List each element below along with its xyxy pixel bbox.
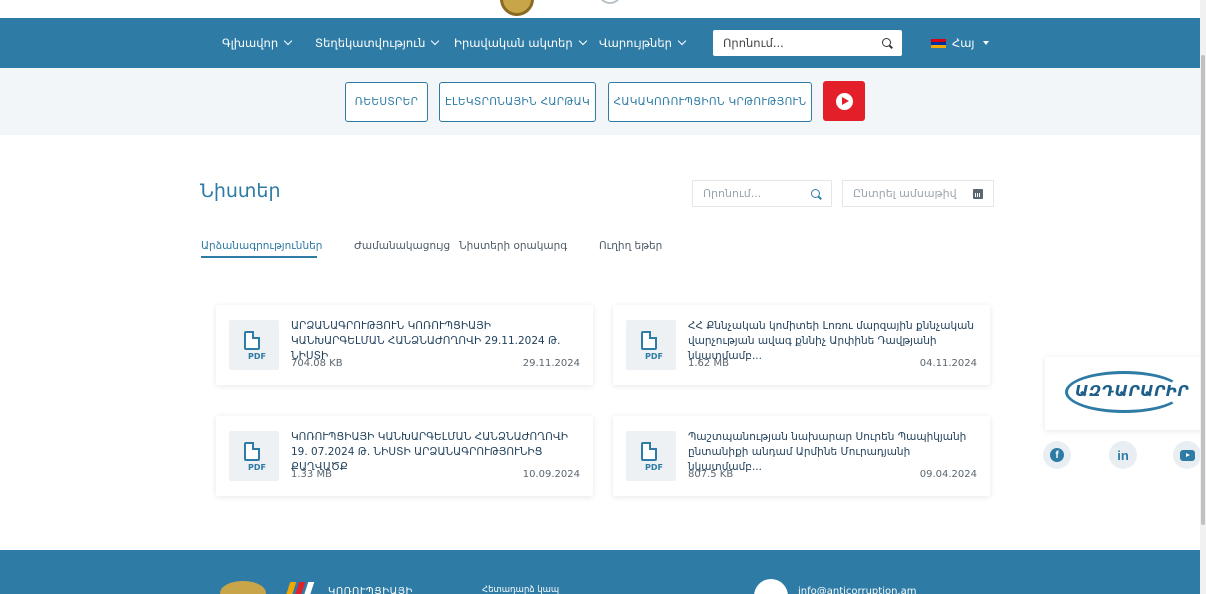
chevron-down-icon <box>578 36 587 46</box>
play-icon <box>835 92 853 110</box>
registers-button-label: ՌԵԵՍՏՐԵՐ <box>354 96 419 108</box>
calendar-icon[interactable] <box>973 188 983 199</box>
sessions-search-placeholder: Որոնում... <box>703 187 762 200</box>
pdf-icon: PDF <box>626 320 676 370</box>
document-date: 10.09.2024 <box>522 469 580 480</box>
pdf-icon: PDF <box>626 431 676 481</box>
pdf-badge: PDF <box>248 352 266 361</box>
top-strip <box>0 0 1206 18</box>
anticorruption-education-button[interactable]: ՀԱԿԱԿՈՌՈՒՊՑԻՈՆ ԿՐԹՈՒԹՅՈՒՆ <box>608 82 812 122</box>
tab-schedule[interactable]: Ժամանակացույց <box>354 240 450 252</box>
document-icon <box>244 331 260 350</box>
header-search-placeholder: Որոնում... <box>723 36 784 50</box>
document-card[interactable]: PDF Պաշտպանության նախարար Սուրեն Պապիկյա… <box>613 416 990 496</box>
pdf-icon: PDF <box>229 320 279 370</box>
pdf-badge: PDF <box>645 463 663 472</box>
pdf-badge: PDF <box>645 352 663 361</box>
tab-live[interactable]: Ուղիղ եթեր <box>599 240 662 252</box>
main-navbar: Գլխավոր Տեղեկատվություն Իրավական ակտեր Վ… <box>0 18 1206 68</box>
anticorruption-education-label: ՀԱԿԱԿՈՌՈՒՊՑԻՈՆ ԿՐԹՈՒԹՅՈՒՆ <box>613 96 807 108</box>
quick-links-band: ՌԵԵՍՏՐԵՐ ԷԼԵԿՏՐՈՆԱՅԻՆ ՀԱՐԹԱԿ ՀԱԿԱԿՈՌՈՒՊՑ… <box>0 68 1206 135</box>
email-icon <box>754 579 788 594</box>
video-button[interactable] <box>823 81 865 121</box>
linkedin-glyph: in <box>1117 447 1129 463</box>
tab-protocols[interactable]: Արձանագրություններ <box>201 240 322 252</box>
nav-item-label: Իրավական ակտեր <box>454 36 573 50</box>
page-title: Նիստեր <box>200 180 281 202</box>
page-scrollbar-thumb[interactable] <box>1201 55 1205 525</box>
caret-down-icon <box>982 41 989 45</box>
footer-contact-link[interactable]: Հետադարձ կապ <box>482 585 559 594</box>
language-selector[interactable]: Հայ <box>931 18 989 68</box>
side-partner-logo[interactable]: ԱԶԴԱՐԱՐԻՐ <box>1045 357 1206 430</box>
e-platform-button-label: ԷԼԵԿՏՐՈՆԱՅԻՆ ՀԱՐԹԱԿ <box>445 96 590 108</box>
nav-item-label: Գլխավոր <box>222 36 279 50</box>
registers-button[interactable]: ՌԵԵՍՏՐԵՐ <box>345 82 428 122</box>
nav-item-label: Տեղեկատվություն <box>315 36 426 50</box>
youtube-glyph <box>1179 449 1195 461</box>
footer-coat-of-arms <box>220 581 266 594</box>
document-icon <box>641 442 657 461</box>
header-search-input[interactable]: Որոնում... <box>713 30 902 56</box>
nav-item-proceedings[interactable]: Վարույթներ <box>599 18 687 68</box>
chevron-down-icon <box>431 36 440 46</box>
nav-item-information[interactable]: Տեղեկատվություն <box>315 18 440 68</box>
footer-org-name: ԿՈՌՈՒՊՑԻԱՅԻ <box>328 586 413 594</box>
document-date: 29.11.2024 <box>522 358 580 369</box>
search-icon[interactable] <box>811 188 821 199</box>
footer-commission-mark <box>285 582 324 594</box>
partner-logo-text: ԱԶԴԱՐԱՐԻՐ <box>1075 382 1189 400</box>
pdf-badge: PDF <box>248 463 266 472</box>
sessions-search-input[interactable]: Որոնում... <box>692 180 832 207</box>
nav-item-home[interactable]: Գլխավոր <box>222 18 293 68</box>
date-picker-input[interactable]: Ընտրել ամսաթիվ <box>842 180 994 207</box>
chevron-down-icon <box>283 36 293 46</box>
footer: ԿՈՌՈՒՊՑԻԱՅԻ Հետադարձ կապ info@anticorrup… <box>0 550 1206 594</box>
linkedin-icon[interactable]: in <box>1109 441 1137 469</box>
document-card[interactable]: PDF ՀՀ Քննչական կոմիտեի Լոռու մարզային ք… <box>613 305 990 385</box>
facebook-icon[interactable]: f <box>1043 441 1071 469</box>
footer-email[interactable]: info@anticorruption.am <box>798 586 916 594</box>
document-date: 04.11.2024 <box>919 358 977 369</box>
commission-logo[interactable] <box>598 0 622 4</box>
document-icon <box>641 331 657 350</box>
chevron-down-icon <box>677 36 687 46</box>
document-size: 1.62 MB <box>688 358 729 369</box>
facebook-glyph: f <box>1050 448 1064 462</box>
document-size: 704.08 KB <box>291 358 343 369</box>
document-card[interactable]: PDF ԱՐՁԱՆԱԳՐՈՒԹՅՈՒՆ ԿՈՌՈՒՊՑԻԱՅԻ ԿԱՆԽԱՐԳԵ… <box>216 305 593 385</box>
active-tab-indicator <box>201 256 317 258</box>
nav-item-legal-acts[interactable]: Իրավական ակտեր <box>454 18 587 68</box>
document-size: 1.33 MB <box>291 469 332 480</box>
document-icon <box>244 442 260 461</box>
e-platform-button[interactable]: ԷԼԵԿՏՐՈՆԱՅԻՆ ՀԱՐԹԱԿ <box>439 82 596 122</box>
date-picker-placeholder: Ընտրել ամսաթիվ <box>853 187 957 200</box>
document-date: 09.04.2024 <box>919 469 977 480</box>
document-card[interactable]: PDF ԿՈՌՈՒՊՑԻԱՅԻ ԿԱՆԽԱՐԳԵԼՄԱՆ ՀԱՆՁՆԱԺՈՂՈՎ… <box>216 416 593 496</box>
document-size: 807.5 KB <box>688 469 734 480</box>
tab-agenda[interactable]: Նիստերի օրակարգ <box>459 240 567 252</box>
youtube-icon[interactable] <box>1173 441 1201 469</box>
nav-item-label: Վարույթներ <box>599 36 672 50</box>
coat-of-arms-logo[interactable] <box>500 0 534 16</box>
search-icon[interactable] <box>882 38 892 48</box>
armenian-flag-icon <box>931 38 946 48</box>
language-label: Հայ <box>952 36 975 50</box>
pdf-icon: PDF <box>229 431 279 481</box>
